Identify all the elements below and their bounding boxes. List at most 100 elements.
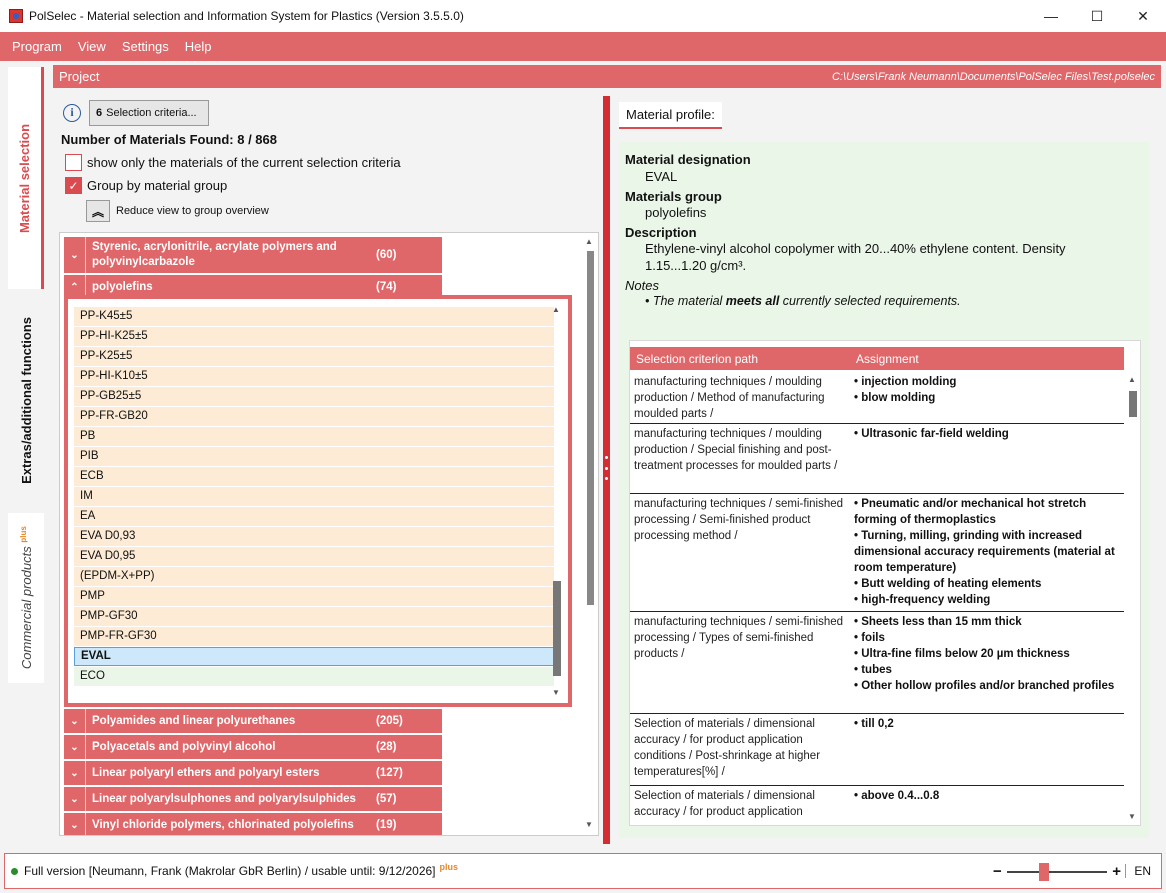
group-value: polyolefins [645, 205, 707, 220]
tab-material-profile[interactable]: Material profile: [619, 102, 722, 129]
zoom-track[interactable] [1007, 871, 1107, 873]
scroll-down-icon[interactable]: ▼ [552, 688, 560, 697]
material-item[interactable]: EVA D0,95 [74, 547, 554, 566]
criterion-path: manufacturing techniques / semi-finished… [634, 498, 844, 542]
material-item[interactable]: PIB [74, 447, 554, 466]
materials-found-count: Number of Materials Found: 8 / 868 [61, 132, 277, 147]
collapse-all-icon[interactable]: ︽ [86, 200, 110, 222]
material-item[interactable]: PP-FR-GB20 [74, 407, 554, 426]
description-text: Ethylene-vinyl alcohol copolymer with 20… [645, 241, 1066, 273]
panel-splitter[interactable] [603, 96, 610, 844]
group-header-styrenic[interactable]: ⌄ Styrenic, acrylonitrile, acrylate poly… [64, 237, 442, 273]
material-item[interactable]: ECB [74, 467, 554, 486]
chevron-down-icon[interactable]: ⌄ [64, 237, 86, 273]
selection-panel: i 6 Selection criteria... Number of Mate… [53, 96, 603, 844]
info-icon[interactable]: i [63, 104, 81, 122]
menu-program[interactable]: Program [4, 39, 70, 54]
criteria-table-header: Selection criterion path Assignment [630, 347, 1124, 370]
material-item[interactable]: PP-HI-K25±5 [74, 327, 554, 346]
close-button[interactable]: ✕ [1120, 0, 1166, 32]
menu-bar: Program View Settings Help [0, 32, 1166, 61]
criteria-table-scrollbar[interactable]: ▲ ▼ [1128, 375, 1138, 821]
material-item[interactable]: PB [74, 427, 554, 446]
material-item[interactable]: PP-K45±5 [74, 307, 554, 326]
material-item[interactable]: EVA D0,93 [74, 527, 554, 546]
minimize-button[interactable]: — [1028, 0, 1074, 32]
scrollbar-thumb[interactable] [1129, 391, 1137, 417]
group-header-polyarylsulphones[interactable]: ⌄ Linear polyarylsulphones and polyaryls… [64, 787, 442, 811]
scroll-down-icon[interactable]: ▼ [1128, 812, 1136, 821]
zoom-slider[interactable]: − + [993, 863, 1121, 881]
project-bar: Project C:\Users\Frank Neumann\Documents… [53, 65, 1161, 88]
criteria-row: manufacturing techniques / moulding prod… [630, 424, 1124, 494]
group-header-polyaryl-ethers[interactable]: ⌄ Linear polyaryl ethers and polyaryl es… [64, 761, 442, 785]
tab-material-selection[interactable]: Material selection [8, 67, 44, 289]
group-header-polyamides[interactable]: ⌄ Polyamides and linear polyurethanes (2… [64, 709, 442, 733]
material-list-scrollbar[interactable]: ▲ ▼ [552, 305, 562, 697]
menu-view[interactable]: View [70, 39, 114, 54]
group-by-checkbox[interactable]: ✓ [65, 177, 82, 194]
criteria-row: Selection of materials / dimensional acc… [630, 714, 1124, 786]
material-item[interactable]: PP-K25±5 [74, 347, 554, 366]
menu-settings[interactable]: Settings [114, 39, 177, 54]
scroll-up-icon[interactable]: ▲ [585, 237, 593, 246]
assignment-item: • blow molding [854, 392, 936, 404]
language-selector[interactable]: EN [1125, 864, 1151, 878]
tab-extras[interactable]: Extras/additional functions [8, 289, 44, 511]
scrollbar-thumb[interactable] [587, 251, 594, 605]
scroll-up-icon[interactable]: ▲ [552, 305, 560, 314]
show-only-label: show only the materials of the current s… [87, 155, 401, 170]
material-items: PP-K45±5 PP-HI-K25±5 PP-K25±5 PP-HI-K10±5 PP… [74, 307, 554, 687]
material-item[interactable]: PMP-GF30 [74, 607, 554, 626]
scrollbar-thumb[interactable] [553, 581, 561, 676]
selection-criteria-button[interactable]: 6 Selection criteria... [89, 100, 209, 126]
group-by-row[interactable]: ✓ Group by material group [65, 177, 227, 194]
material-item[interactable]: PMP [74, 587, 554, 606]
maximize-button[interactable]: ☐ [1074, 0, 1120, 32]
group-name: Polyacetals and polyvinyl alcohol [92, 740, 276, 753]
material-item[interactable]: PP-GB25±5 [74, 387, 554, 406]
material-item[interactable]: PMP-FR-GF30 [74, 627, 554, 646]
material-item[interactable]: EVAL [74, 647, 554, 666]
project-label: Project [59, 69, 100, 84]
group-header-polyacetals[interactable]: ⌄ Polyacetals and polyvinyl alcohol (28) [64, 735, 442, 759]
chevron-down-icon[interactable]: ⌄ [64, 709, 86, 733]
scroll-down-icon[interactable]: ▼ [585, 820, 593, 829]
material-item[interactable]: ECO [74, 667, 554, 686]
window-title: PolSelec - Material selection and Inform… [29, 9, 464, 23]
col-assignment[interactable]: Assignment [850, 352, 919, 366]
zoom-out-button[interactable]: − [993, 863, 1002, 880]
criterion-assignment: • above 0.4...0.8 [850, 786, 1124, 825]
assignment-item: • above 0.4...0.8 [854, 790, 940, 802]
group-by-label: Group by material group [87, 178, 228, 193]
tab-commercial-products[interactable]: Commercial products plus [8, 513, 44, 683]
criteria-row: manufacturing techniques / moulding prod… [630, 372, 1124, 424]
criteria-row: Selection of materials / dimensional acc… [630, 786, 1124, 825]
group-count: (57) [376, 793, 397, 805]
chevron-down-icon[interactable]: ⌄ [64, 813, 86, 835]
group-name: Vinyl chloride polymers, chlorinated pol… [92, 818, 354, 831]
material-item[interactable]: PP-HI-K10±5 [74, 367, 554, 386]
material-item[interactable]: EA [74, 507, 554, 526]
chevron-down-icon[interactable]: ⌄ [64, 787, 86, 811]
show-only-checkbox[interactable] [65, 154, 82, 171]
show-only-row[interactable]: show only the materials of the current s… [65, 154, 401, 171]
title-bar: PolSelec - Material selection and Inform… [0, 0, 1166, 32]
polyolefins-material-list: PP-K45±5 PP-HI-K25±5 PP-K25±5 PP-HI-K10±5 PP… [64, 295, 572, 707]
group-list-scrollbar[interactable]: ▲ ▼ [585, 237, 595, 829]
zoom-in-button[interactable]: + [1112, 863, 1121, 880]
col-criterion-path[interactable]: Selection criterion path [630, 352, 850, 366]
menu-help[interactable]: Help [177, 39, 220, 54]
material-item[interactable]: (EPDM-X+PP) [74, 567, 554, 586]
zoom-handle[interactable] [1039, 863, 1050, 881]
tab-commercial-text: Commercial products [18, 546, 34, 670]
group-header-vinyl-chloride[interactable]: ⌄ Vinyl chloride polymers, chlorinated p… [64, 813, 442, 835]
chevron-down-icon[interactable]: ⌄ [64, 761, 86, 785]
material-item[interactable]: IM [74, 487, 554, 506]
scroll-up-icon[interactable]: ▲ [1128, 375, 1136, 384]
material-profile-body: Material designation EVAL Materials grou… [619, 142, 1149, 838]
reduce-view-row: ︽ Reduce view to group overview [86, 200, 269, 222]
assignment-item: • high-frequency welding [854, 594, 991, 606]
chevron-down-icon[interactable]: ⌄ [64, 735, 86, 759]
assignment-item: • foils [854, 632, 885, 644]
